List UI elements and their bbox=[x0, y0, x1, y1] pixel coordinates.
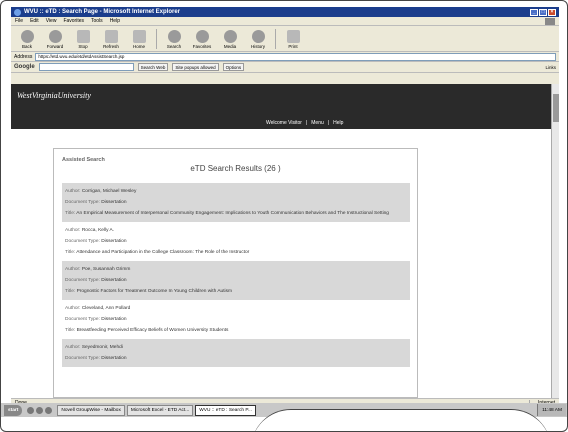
divider: | bbox=[305, 120, 308, 126]
photo-frame: WVU :: eTD : Search Page - Microsoft Int… bbox=[0, 0, 568, 432]
page-curl bbox=[251, 409, 551, 431]
toolbar-divider bbox=[275, 29, 276, 49]
toolbar-divider bbox=[156, 29, 157, 49]
result-title-link[interactable]: Attendance and Participation in the Coll… bbox=[76, 250, 249, 255]
quick-launch-icon[interactable] bbox=[27, 406, 35, 414]
menu-bar: File Edit View Favorites Tools Help bbox=[11, 17, 559, 26]
ie-icon bbox=[14, 8, 21, 16]
menu-file[interactable]: File bbox=[15, 18, 23, 24]
author-name: Cleveland, Ann Pollard bbox=[81, 306, 131, 311]
author-name: Seyedmonir, Mehdi bbox=[81, 345, 123, 350]
result-title-link[interactable]: An Empirical Measurement of Interpersona… bbox=[76, 211, 389, 216]
list-item[interactable]: Author: Poe, Susannah Grimm Document Typ… bbox=[62, 261, 410, 300]
quick-launch bbox=[24, 406, 55, 414]
list-item[interactable]: Author: Corrigan, Michael Wesley Documen… bbox=[62, 183, 410, 222]
windows-logo-icon bbox=[545, 17, 555, 25]
back-icon bbox=[20, 30, 34, 43]
list-item[interactable]: Author: Rocca, Kelly A. Document Type: D… bbox=[62, 222, 410, 261]
history-icon bbox=[251, 30, 265, 43]
taskbar-item-excel[interactable]: Microsoft Excel - ETD Act... bbox=[126, 404, 194, 416]
quick-launch-icon[interactable] bbox=[45, 406, 53, 414]
document-type: Dissertation bbox=[101, 200, 127, 205]
document-type: Dissertation bbox=[101, 317, 127, 322]
list-item[interactable]: Author: Cleveland, Ann Pollard Document … bbox=[62, 300, 410, 339]
desktop-screen: WVU :: eTD : Search Page - Microsoft Int… bbox=[11, 7, 559, 409]
window-title: WVU :: eTD : Search Page - Microsoft Int… bbox=[24, 9, 181, 15]
help-link[interactable]: Help bbox=[333, 120, 343, 126]
stop-icon bbox=[76, 30, 90, 43]
forward-button[interactable]: Forward bbox=[42, 30, 68, 49]
welcome-bar: Welcome Visitor | Menu | Help bbox=[266, 120, 343, 126]
print-icon bbox=[286, 30, 300, 43]
results-list: Author: Corrigan, Michael Wesley Documen… bbox=[62, 183, 410, 367]
google-toolbar: Google Search Web Site popups allowed Op… bbox=[11, 62, 559, 73]
popup-blocker-button[interactable]: Site popups allowed bbox=[172, 63, 219, 71]
address-bar: Address https://etd.wvu.edu/etd/etdAssis… bbox=[11, 52, 559, 62]
scrollbar-thumb[interactable] bbox=[553, 94, 559, 122]
wvu-logo[interactable]: WestVirginiaUniversity bbox=[17, 91, 91, 100]
close-button[interactable]: × bbox=[548, 8, 556, 16]
menu-help[interactable]: Help bbox=[110, 18, 120, 24]
list-item[interactable]: Author: Seyedmonir, Mehdi Document Type:… bbox=[62, 339, 410, 367]
forward-icon bbox=[48, 30, 62, 43]
address-input[interactable]: https://etd.wvu.edu/etd/etdAssistSearch.… bbox=[35, 52, 556, 61]
search-button[interactable]: Search bbox=[161, 30, 187, 49]
menu-link[interactable]: Menu bbox=[311, 120, 324, 126]
stop-button[interactable]: Stop bbox=[70, 30, 96, 49]
system-tray: 11:48 AM bbox=[537, 404, 566, 416]
star-icon bbox=[195, 30, 209, 43]
document-type: Dissertation bbox=[101, 239, 127, 244]
refresh-button[interactable]: Refresh bbox=[98, 30, 124, 49]
result-title-link[interactable]: Breastfeeding Perceived Efficacy Beliefs… bbox=[77, 328, 229, 333]
menu-favorites[interactable]: Favorites bbox=[63, 18, 84, 24]
search-icon bbox=[167, 30, 181, 43]
toolbar: Back Forward Stop Refresh Home Search Fa… bbox=[11, 26, 559, 52]
favorites-button[interactable]: Favorites bbox=[189, 30, 215, 49]
address-label: Address bbox=[14, 53, 33, 60]
document-type: Dissertation bbox=[101, 278, 127, 283]
author-name: Corrigan, Michael Wesley bbox=[81, 189, 137, 194]
results-title: eTD Search Results (26 ) bbox=[190, 164, 281, 173]
history-button[interactable]: History bbox=[245, 30, 271, 49]
google-logo[interactable]: Google bbox=[14, 64, 35, 70]
results-panel: Assisted Search eTD Search Results (26 )… bbox=[53, 148, 418, 398]
refresh-icon bbox=[104, 30, 118, 43]
taskbar-item-groupwise[interactable]: Novell GroupWise - Mailbox bbox=[57, 404, 125, 416]
welcome-text: Welcome Visitor bbox=[266, 120, 302, 126]
home-icon bbox=[132, 30, 146, 43]
search-web-button[interactable]: Search Web bbox=[137, 63, 169, 71]
result-title-link[interactable]: Prognostic Factors for Treatment Outcome… bbox=[77, 289, 232, 294]
print-button[interactable]: Print bbox=[280, 30, 306, 49]
maximize-button[interactable]: □ bbox=[539, 8, 547, 16]
clock: 11:48 AM bbox=[542, 407, 562, 413]
minimize-button[interactable]: _ bbox=[530, 8, 538, 16]
media-icon bbox=[223, 30, 237, 43]
media-button[interactable]: Media bbox=[217, 30, 243, 49]
menu-tools[interactable]: Tools bbox=[91, 18, 103, 24]
options-button[interactable]: Options bbox=[222, 63, 245, 71]
links-button[interactable]: Links bbox=[545, 65, 556, 70]
title-bar: WVU :: eTD : Search Page - Microsoft Int… bbox=[11, 7, 559, 17]
google-search-input[interactable] bbox=[38, 63, 134, 71]
back-button[interactable]: Back bbox=[14, 30, 40, 49]
menu-view[interactable]: View bbox=[46, 18, 57, 24]
menu-edit[interactable]: Edit bbox=[30, 18, 39, 24]
assisted-search-heading: Assisted Search bbox=[62, 157, 105, 163]
vertical-scrollbar[interactable] bbox=[551, 84, 559, 398]
author-name: Poe, Susannah Grimm bbox=[81, 267, 131, 272]
wvu-banner: WestVirginiaUniversity Welcome Visitor |… bbox=[11, 84, 551, 129]
taskbar-item-ie[interactable]: WVU :: eTD : Search P... bbox=[195, 404, 256, 416]
author-name: Rocca, Kelly A. bbox=[81, 228, 115, 233]
home-button[interactable]: Home bbox=[126, 30, 152, 49]
page-content: WestVirginiaUniversity Welcome Visitor |… bbox=[11, 84, 551, 398]
document-type: Dissertation bbox=[101, 356, 127, 361]
quick-launch-icon[interactable] bbox=[36, 406, 44, 414]
divider: | bbox=[327, 120, 330, 126]
start-button[interactable]: start bbox=[4, 404, 23, 416]
